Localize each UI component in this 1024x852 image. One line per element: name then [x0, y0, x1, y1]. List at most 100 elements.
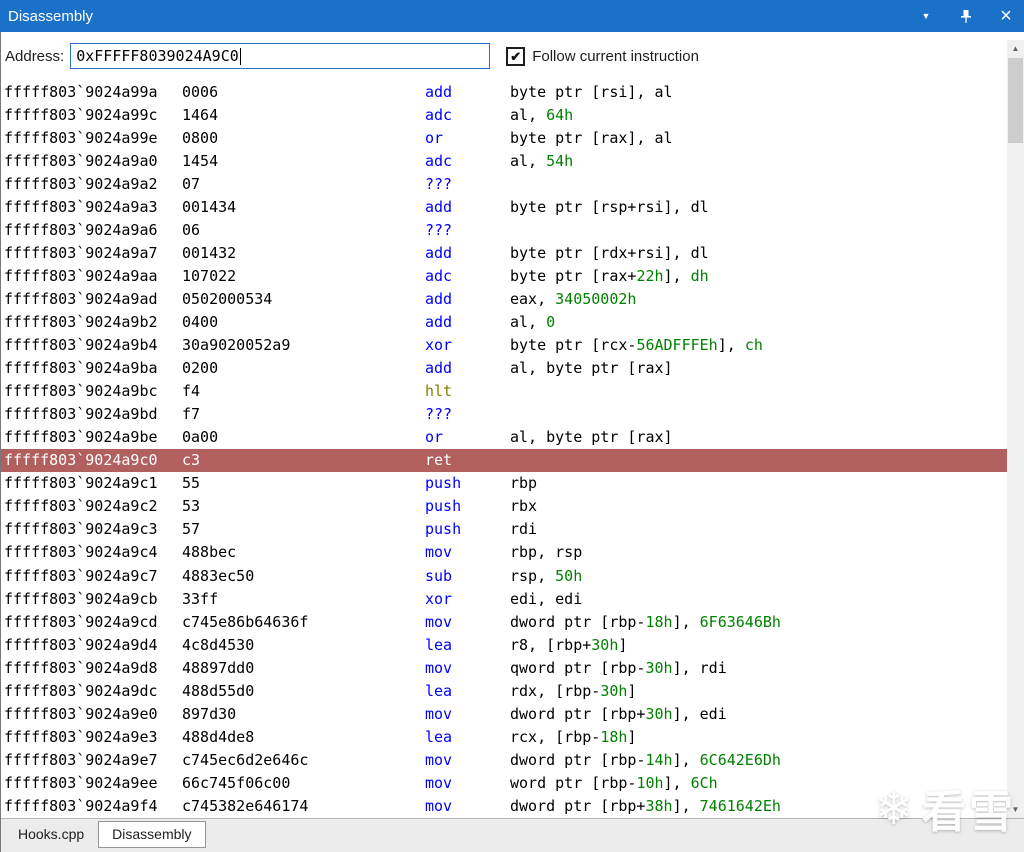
disasm-row[interactable]: fffff803`9024a9b4 30a9020052a9 xor byte ptr…	[0, 334, 1007, 357]
address-cell: fffff803`9024a9dc	[4, 681, 158, 700]
mnemonic-cell: or	[425, 428, 444, 447]
operand-number: 30h	[645, 658, 673, 677]
disasm-row[interactable]: fffff803`9024a99a 0006 add byte ptr [rsi], …	[0, 80, 1007, 103]
operand-number: 34050002h	[555, 289, 637, 308]
mnemonic-cell: lea	[425, 635, 453, 654]
disasm-row[interactable]: fffff803`9024a9cb 33ff xor edi, edi	[0, 587, 1007, 610]
address-cell: fffff803`9024a9cd	[4, 612, 158, 631]
disasm-row[interactable]: fffff803`9024a9c7 4883ec50 sub rsp, 50h	[0, 564, 1007, 587]
operand-text: al,	[510, 151, 547, 170]
operand-number: 6Ch	[690, 773, 718, 792]
operand-text: byte ptr [rcx-	[510, 336, 637, 355]
operands-cell: byte ptr [rsi], al	[510, 83, 673, 101]
operands-cell: word ptr [rbp-10h], 6Ch	[510, 774, 718, 792]
operands-cell: rbp	[510, 474, 537, 492]
operands-cell: byte ptr [rsp+rsi], dl	[510, 198, 709, 216]
disassembly-listing[interactable]: fffff803`9024a99a 0006 add byte ptr [rsi], …	[0, 80, 1007, 818]
disasm-row[interactable]: fffff803`9024a9bc f4 hlt	[0, 380, 1007, 403]
operand-number: ch	[744, 336, 763, 355]
disasm-row[interactable]: fffff803`9024a9a2 07???	[0, 172, 1007, 195]
disasm-row-current[interactable]: fffff803`9024a9c0 c3 ret	[0, 448, 1007, 472]
scroll-down-icon[interactable]: ▼	[1007, 801, 1024, 818]
operands-cell: eax, 34050002h	[510, 290, 636, 308]
disasm-row[interactable]: fffff803`9024a9c3 57 push rdi	[0, 518, 1007, 541]
disasm-row[interactable]: fffff803`9024a9ad 0502000534 add eax, 34050…	[0, 287, 1007, 310]
operand-text: al, byte ptr [rax]	[510, 359, 673, 378]
follow-checkbox[interactable]: ✔	[506, 46, 526, 66]
mnemonic-cell: mov	[425, 612, 453, 631]
address-cell: fffff803`9024a9b2	[4, 312, 158, 331]
operand-number: dh	[690, 266, 709, 285]
operand-text: ],	[672, 796, 700, 815]
text-caret	[239, 47, 241, 65]
operand-text: byte ptr [rax], al	[510, 128, 673, 147]
operand-text: ]	[627, 681, 637, 700]
address-cell: fffff803`9024a9c4	[4, 543, 158, 562]
vertical-scrollbar[interactable]: ▲ ▼	[1007, 40, 1024, 818]
operand-text: dword ptr [rbp+	[510, 796, 646, 815]
tab-hooks-cpp[interactable]: Hooks.cpp	[4, 821, 98, 848]
tab-disassembly[interactable]: Disassembly	[98, 821, 206, 848]
disasm-row[interactable]: fffff803`9024a9a0 1454 adc al, 54h	[0, 149, 1007, 172]
bytes-cell: 07	[182, 174, 201, 193]
address-cell: fffff803`9024a9ad	[4, 289, 158, 308]
bytes-cell: 1464	[182, 105, 219, 124]
address-cell: fffff803`9024a9e0	[4, 704, 158, 723]
mnemonic-cell: adc	[425, 266, 453, 285]
pin-icon[interactable]	[958, 8, 974, 24]
bytes-cell: 33ff	[182, 589, 219, 608]
bytes-cell: 30a9020052a9	[182, 336, 291, 355]
disasm-row[interactable]: fffff803`9024a9dc 488d55d0 lea rdx, [rbp-30…	[0, 679, 1007, 702]
mnemonic-cell: sub	[425, 566, 453, 585]
disasm-row[interactable]: fffff803`9024a9e3 488d4de8 lea rcx, [rbp-18…	[0, 725, 1007, 748]
address-input[interactable]: 0xFFFFF8039024A9C0	[70, 43, 491, 69]
disasm-row[interactable]: fffff803`9024a99c 1464 adc al, 64h	[0, 103, 1007, 126]
operands-cell: rsp, 50h	[510, 567, 582, 585]
operand-text: ], rdi	[672, 658, 727, 677]
scroll-thumb[interactable]	[1008, 58, 1023, 143]
operands-cell: al, 64h	[510, 106, 573, 124]
bytes-cell: 0006	[182, 82, 219, 101]
operand-text: r8, [rbp+	[510, 635, 592, 654]
mnemonic-cell: mov	[425, 750, 453, 769]
disasm-row[interactable]: fffff803`9024a99e 0800 or byte ptr [rax], a…	[0, 126, 1007, 149]
disasm-row[interactable]: fffff803`9024a9ba 0200 add al, byte ptr [ra…	[0, 357, 1007, 380]
mnemonic-cell: adc	[425, 151, 453, 170]
scroll-up-icon[interactable]: ▲	[1007, 40, 1024, 57]
disasm-row[interactable]: fffff803`9024a9a3 001434 add byte ptr [rsp+…	[0, 195, 1007, 218]
disasm-row[interactable]: fffff803`9024a9bd f7???	[0, 403, 1007, 426]
disasm-row[interactable]: fffff803`9024a9cd c745e86b64636f mov dword …	[0, 610, 1007, 633]
disasm-row[interactable]: fffff803`9024a9e7 c745ec6d2e646c mov dword …	[0, 748, 1007, 771]
window-menu-dropdown-icon[interactable]: ▼	[918, 8, 934, 24]
disasm-row[interactable]: fffff803`9024a9a7 001432 add byte ptr [rdx+…	[0, 241, 1007, 264]
operand-text: byte ptr [rsp+rsi], dl	[510, 197, 709, 216]
disasm-row[interactable]: fffff803`9024a9b2 0400 add al, 0	[0, 310, 1007, 333]
disasm-row[interactable]: fffff803`9024a9a6 06???	[0, 218, 1007, 241]
operand-text: ]	[618, 635, 628, 654]
disasm-row[interactable]: fffff803`9024a9e0 897d30 mov dword ptr [rbp…	[0, 702, 1007, 725]
disasm-row[interactable]: fffff803`9024a9c1 55 push rbp	[0, 472, 1007, 495]
address-cell: fffff803`9024a9cb	[4, 589, 158, 608]
disasm-row[interactable]: fffff803`9024a9aa 107022 adc byte ptr [rax+…	[0, 264, 1007, 287]
toolbar: Address: 0xFFFFF8039024A9C0 ✔ Follow cur…	[0, 32, 1007, 80]
bytes-cell: 001432	[182, 243, 237, 262]
disasm-row[interactable]: fffff803`9024a9c4 488bec mov rbp, rsp	[0, 541, 1007, 564]
operand-text: rcx, [rbp-	[510, 727, 601, 746]
address-cell: fffff803`9024a9bd	[4, 405, 158, 424]
disasm-row[interactable]: fffff803`9024a9f4 c745382e646174 mov dword …	[0, 794, 1007, 817]
operands-cell: byte ptr [rdx+rsi], dl	[510, 244, 709, 262]
operands-cell: byte ptr [rax+22h], dh	[510, 267, 709, 285]
close-icon[interactable]: ×	[998, 6, 1014, 26]
operand-text: al,	[510, 105, 547, 124]
address-input-value: 0xFFFFF8039024A9C0	[76, 47, 239, 65]
operands-cell: rdx, [rbp-30h]	[510, 682, 636, 700]
disasm-row[interactable]: fffff803`9024a9be 0a00 or al, byte ptr [rax…	[0, 426, 1007, 449]
disasm-row[interactable]: fffff803`9024a9ee 66c745f06c00 mov word ptr…	[0, 771, 1007, 794]
disasm-row[interactable]: fffff803`9024a9d8 48897dd0 mov qword ptr [r…	[0, 656, 1007, 679]
disasm-row[interactable]: fffff803`9024a9d4 4c8d4530 lea r8, [rbp+30h…	[0, 633, 1007, 656]
disasm-row[interactable]: fffff803`9024a9c2 53 push rbx	[0, 495, 1007, 518]
address-cell: fffff803`9024a9c2	[4, 497, 158, 516]
mnemonic-cell: add	[425, 312, 453, 331]
address-cell: fffff803`9024a99a	[4, 82, 158, 101]
bytes-cell: c745382e646174	[182, 796, 309, 815]
